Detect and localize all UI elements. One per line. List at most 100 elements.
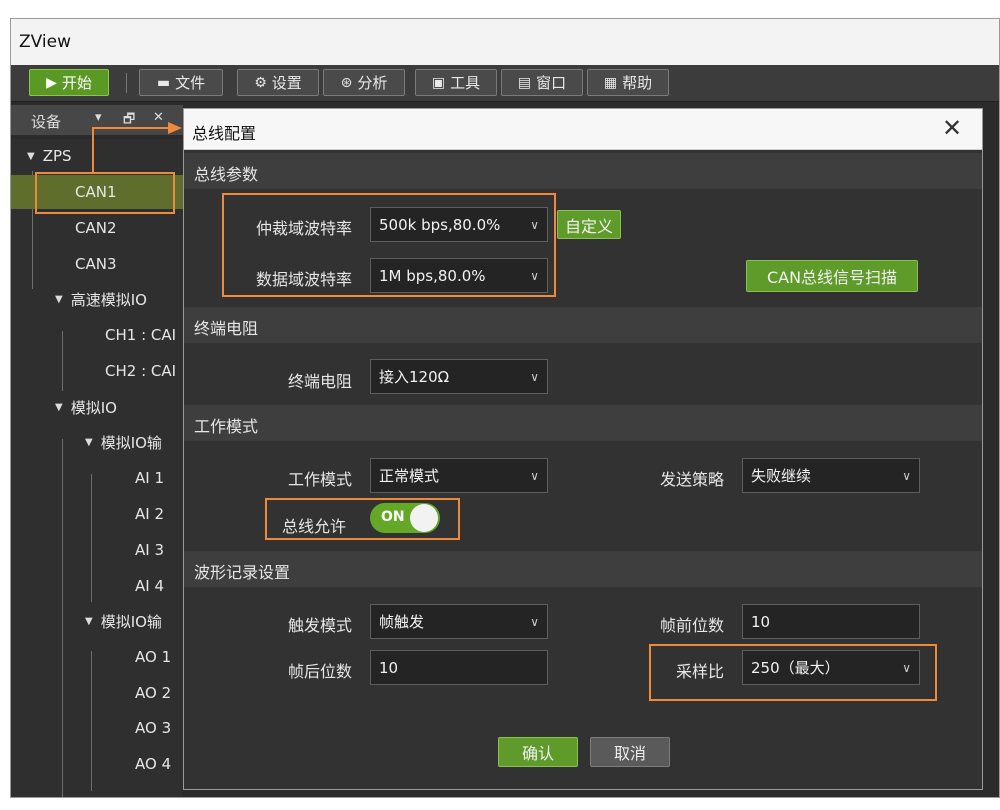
cancel-button[interactable]: 取消 (590, 737, 670, 767)
tree-line (91, 651, 92, 791)
tree-node-ai-group[interactable]: ▼ 模拟IO输 (85, 425, 162, 459)
tree-node-ao3[interactable]: AO 3 (135, 711, 171, 745)
termination-label: 终端电阻 (287, 372, 352, 391)
node-label: AO 1 (135, 648, 172, 666)
select-value: 接入120Ω (379, 368, 450, 386)
tree-node-analog-io[interactable]: ▼ 模拟IO (55, 390, 117, 424)
section-waveform: 波形记录设置 (184, 551, 982, 587)
tree-node-zps[interactable]: ▼ ZPS (11, 139, 199, 173)
node-label: CAN3 (75, 255, 117, 273)
post-bits-input[interactable]: 10 (370, 650, 548, 685)
tools-menu-button[interactable]: ▣ 工具 (415, 69, 497, 96)
send-policy-select[interactable]: 失败继续 ∨ (742, 458, 920, 493)
help-book-icon: ▦ (603, 74, 618, 91)
can-signal-scan-button[interactable]: CAN总线信号扫描 (746, 260, 918, 292)
trigger-mode-select[interactable]: 帧触发 ∨ (370, 604, 548, 639)
pre-bits-input[interactable]: 10 (742, 604, 920, 639)
tree-node-ao4[interactable]: AO 4 (135, 747, 171, 781)
tree-node-ao-group[interactable]: ▼ 模拟IO输 (85, 604, 162, 638)
section-bus-params: 总线参数 (184, 153, 982, 189)
bus-enable-toggle[interactable]: ON (370, 503, 440, 533)
tree-node-ai4[interactable]: AI 4 (135, 569, 164, 603)
window-menu-button[interactable]: ▤ 窗口 (501, 69, 583, 96)
sample-rate-select[interactable]: 250（最大） ∨ (742, 650, 920, 685)
main-toolbar: ▶ 开始 ▬ 文件 ⚙ 设置 ⊛ 分析 ▣ 工具 ▤ 窗口 ▦ 帮助 (11, 65, 999, 102)
select-value: 正常模式 (379, 467, 440, 485)
toggle-state: ON (381, 509, 405, 525)
send-policy-label: 发送策略 (659, 470, 724, 489)
termination-select[interactable]: 接入120Ω ∨ (370, 359, 548, 394)
collapse-arrow-icon: ▼ (85, 436, 93, 448)
node-label: AO 4 (135, 755, 172, 773)
dialog-title-bar: 总线配置 ✕ (184, 109, 982, 150)
chevron-down-icon: ∨ (902, 468, 911, 483)
arb-baudrate-select[interactable]: 500k bps,80.0% ∨ (370, 207, 548, 242)
analysis-menu-button[interactable]: ⊛ 分析 (323, 69, 405, 96)
window-label: 窗口 (536, 74, 567, 92)
node-label: CAN2 (75, 219, 117, 237)
tree-line (62, 439, 63, 797)
title-bar: ZView (11, 19, 999, 66)
tree-line (91, 474, 92, 602)
work-mode-select[interactable]: 正常模式 ∨ (370, 458, 548, 493)
tree-node-hs-io[interactable]: ▼ 高速模拟IO (55, 282, 147, 316)
section-title: 波形记录设置 (194, 563, 291, 582)
start-label: 开始 (61, 74, 92, 92)
select-value: 500k bps,80.0% (379, 215, 501, 234)
collapse-arrow-icon: ▼ (55, 401, 63, 413)
tree-node-can3[interactable]: CAN3 (75, 247, 117, 281)
panel-float-icon[interactable]: 🗗 (123, 110, 135, 132)
sample-rate-label: 采样比 (675, 662, 724, 681)
chevron-down-icon: ∨ (902, 660, 911, 675)
node-label: ZPS (42, 147, 72, 165)
tree-node-ai2[interactable]: AI 2 (135, 497, 164, 531)
chevron-down-icon: ∨ (530, 268, 539, 283)
file-label: 文件 (175, 74, 206, 92)
device-panel-title: 设备 (31, 113, 62, 131)
node-label: AI 1 (135, 469, 164, 487)
data-baudrate-select[interactable]: 1M bps,80.0% ∨ (370, 258, 548, 293)
close-icon[interactable]: ✕ (936, 112, 968, 144)
chevron-down-icon: ∨ (530, 217, 539, 232)
panel-close-icon[interactable]: ✕ (153, 110, 164, 125)
work-mode-label: 工作模式 (287, 470, 352, 489)
folder-icon: ▬ (156, 74, 171, 91)
tree-node-can2[interactable]: CAN2 (75, 211, 117, 245)
window-icon: ▤ (517, 74, 532, 91)
tree-node-ai1[interactable]: AI 1 (135, 461, 164, 495)
start-button[interactable]: ▶ 开始 (29, 69, 109, 96)
tree-node-ao2[interactable]: AO 2 (135, 676, 171, 710)
node-label: AI 2 (135, 505, 164, 523)
custom-button[interactable]: 自定义 (557, 210, 621, 239)
node-label: CAN1 (75, 183, 117, 201)
collapse-arrow-icon: ▼ (85, 615, 93, 627)
chevron-down-icon: ∨ (530, 369, 539, 384)
tools-label: 工具 (450, 74, 481, 92)
node-label: 高速模拟IO (70, 290, 147, 309)
settings-menu-button[interactable]: ⚙ 设置 (237, 69, 319, 96)
section-title: 终端电阻 (194, 319, 259, 338)
arb-baudrate-label: 仲裁域波特率 (255, 219, 352, 238)
select-value: 1M bps,80.0% (379, 266, 486, 285)
tree-node-ai3[interactable]: AI 3 (135, 533, 164, 567)
select-value: 失败继续 (751, 467, 812, 485)
file-menu-button[interactable]: ▬ 文件 (139, 69, 223, 96)
tree-node-ch2[interactable]: CH2 : CAI (105, 354, 176, 388)
device-tree: ▼ ZPS CAN1 CAN2 CAN3 ▼ 高速模拟IO CH1 : CAI CH… (11, 139, 183, 797)
tree-node-can1[interactable]: CAN1 (11, 175, 183, 209)
device-panel-header: 设备 ▾ 🗗 ✕ (11, 105, 183, 135)
panel-dropdown-icon[interactable]: ▾ (95, 110, 102, 125)
confirm-button[interactable]: 确认 (498, 737, 578, 767)
toolbar-divider (126, 73, 127, 93)
collapse-arrow-icon: ▼ (27, 150, 35, 162)
help-menu-button[interactable]: ▦ 帮助 (587, 69, 669, 96)
dialog-title: 总线配置 (192, 124, 257, 143)
tree-node-ao1[interactable]: AO 1 (135, 640, 171, 674)
trigger-mode-label: 触发模式 (287, 616, 352, 635)
node-label: AI 4 (135, 577, 164, 595)
node-label: AO 3 (135, 719, 172, 737)
gear-icon: ⚙ (254, 74, 267, 91)
tree-node-ch1[interactable]: CH1 : CAI (105, 318, 176, 352)
analysis-label: 分析 (357, 74, 388, 92)
node-label: 模拟IO输 (100, 612, 162, 631)
